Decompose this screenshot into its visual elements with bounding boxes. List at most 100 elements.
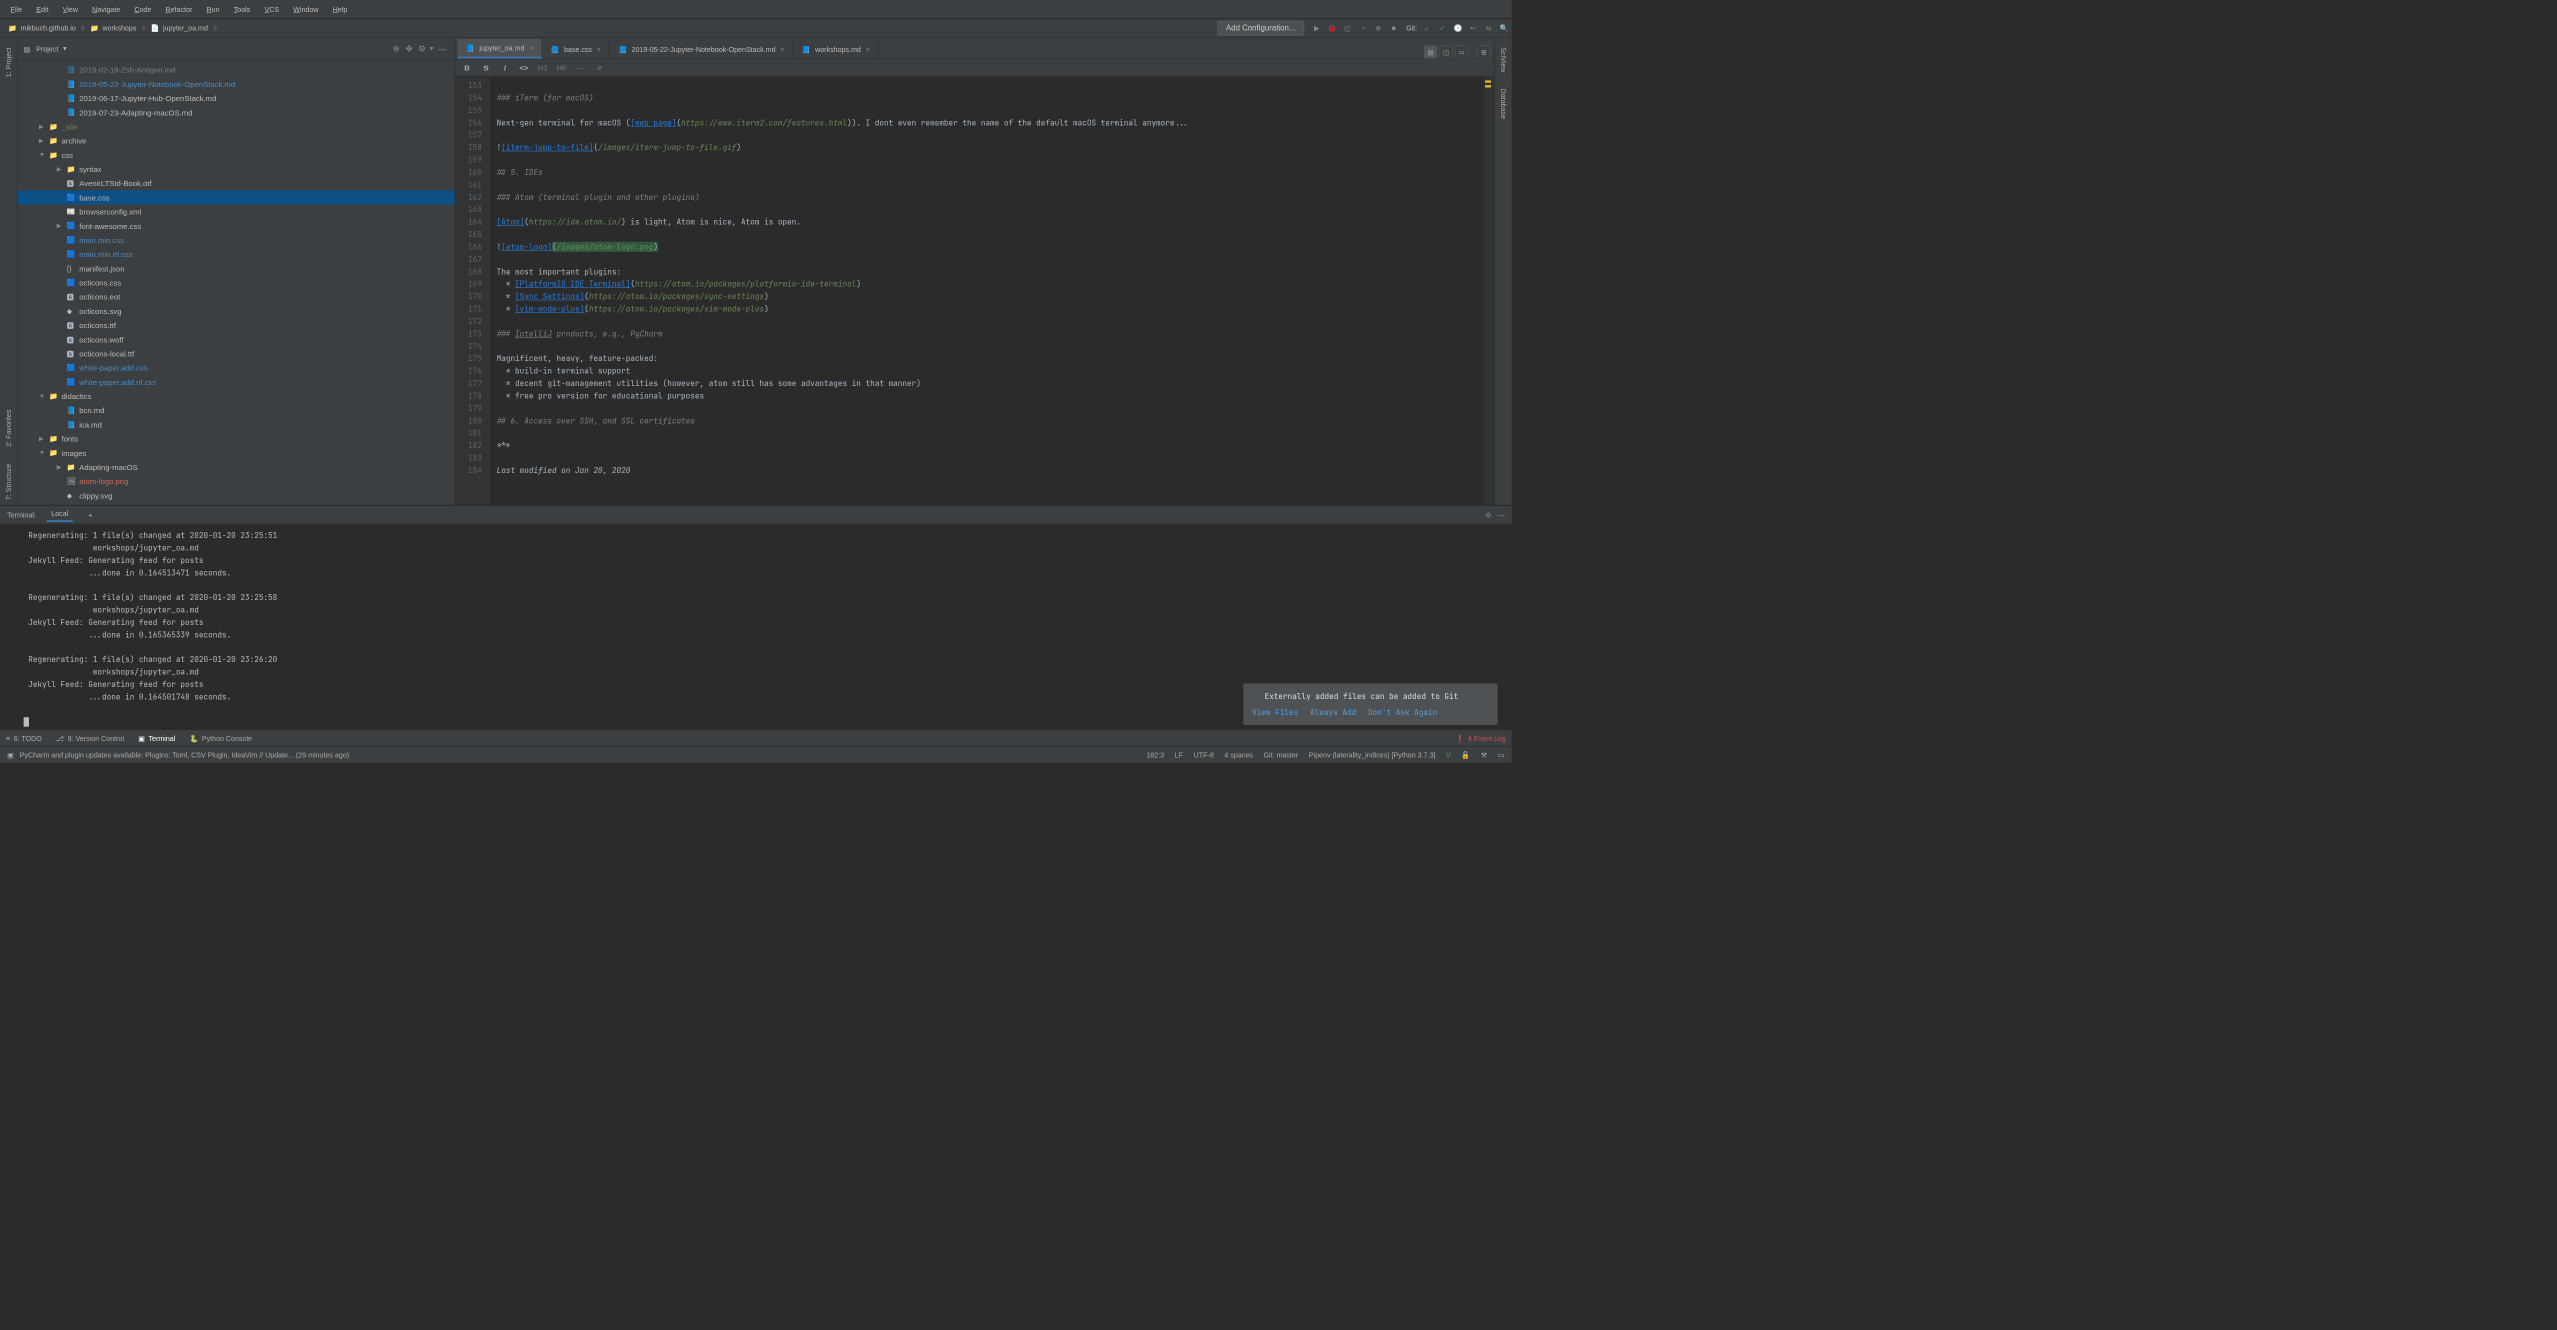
- menu-vcs[interactable]: VCS: [259, 3, 285, 16]
- format-btn-7[interactable]: ⇗: [594, 63, 606, 72]
- tree-item[interactable]: ▶📁archive: [18, 134, 455, 148]
- run-icon[interactable]: ▶: [1311, 22, 1323, 34]
- tree-item[interactable]: 📘bcn.md: [18, 403, 455, 417]
- menu-run[interactable]: Run: [201, 3, 226, 16]
- profile-icon[interactable]: ◔: [1357, 22, 1369, 34]
- tree-item[interactable]: ◆octicons.svg: [18, 304, 455, 318]
- database-tool-tab[interactable]: Database: [1498, 84, 1509, 124]
- editor-view-icon[interactable]: ▤: [1424, 46, 1437, 59]
- editor-tab-1[interactable]: 📘base.css×: [542, 41, 610, 59]
- tree-item[interactable]: 📘2019-06-17-Jupyter-Hub-OpenStack.md: [18, 91, 455, 105]
- menu-window[interactable]: Window: [287, 3, 324, 16]
- git-commit-icon[interactable]: ✓: [1437, 22, 1449, 34]
- stop-icon[interactable]: ■: [1388, 22, 1400, 34]
- tree-item[interactable]: 🅰octicons.ttf: [18, 318, 455, 332]
- close-tab-icon[interactable]: ×: [866, 46, 870, 54]
- breadcrumb-0[interactable]: 📁mikbuch.github.io: [0, 24, 82, 32]
- locate-icon[interactable]: ⊕: [393, 44, 400, 54]
- terminal-settings-icon[interactable]: ⚙: [1485, 511, 1491, 519]
- tree-item[interactable]: 📘2019-05-22-Jupyter-Notebook-OpenStack.m…: [18, 77, 455, 91]
- menu-code[interactable]: Code: [128, 3, 157, 16]
- favorites-tool-tab[interactable]: 2: Favorites: [3, 405, 14, 452]
- tree-item[interactable]: ▶📁_site: [18, 119, 455, 133]
- status-python-env[interactable]: Pipenv (laterality_indices) [Python 3.7.…: [1309, 751, 1436, 759]
- project-tree[interactable]: 📘2019-02-18-Zsh-Antigen.md📘2019-05-22-Ju…: [18, 60, 455, 505]
- tree-item[interactable]: 📘2019-02-18-Zsh-Antigen.md: [18, 63, 455, 77]
- tree-item[interactable]: ▶🟦font-awesome.css: [18, 219, 455, 233]
- close-tab-icon[interactable]: ×: [780, 46, 784, 54]
- editor-tab-0[interactable]: 📘jupyter_oa.md×: [458, 39, 543, 59]
- sciview-tool-tab[interactable]: SciView: [1498, 43, 1509, 78]
- tree-item[interactable]: 🅰AvenirLTStd-Book.otf: [18, 176, 455, 190]
- bottom-tab--version-control[interactable]: ⎇9: Version Control: [56, 734, 124, 742]
- format-btn-0[interactable]: B: [461, 63, 473, 72]
- editor-viewport[interactable]: 1531541551561571581591601611621631641651…: [455, 77, 1494, 505]
- project-tool-tab[interactable]: 1: Project: [3, 43, 14, 82]
- code-content[interactable]: ### iTerm (for macOS) Next-gen terminal …: [490, 77, 1484, 505]
- attach-icon[interactable]: ⊕: [1372, 22, 1384, 34]
- terminal-hide-icon[interactable]: —: [1498, 511, 1505, 519]
- bottom-tab-python-console[interactable]: 🐍Python Console: [189, 734, 251, 742]
- terminal-output[interactable]: Regenerating: 1 file(s) changed at 2020-…: [0, 524, 1512, 729]
- status-encoding[interactable]: UTF-8: [1194, 751, 1214, 759]
- git-update-icon[interactable]: ↙: [1421, 22, 1433, 34]
- preview-view-icon[interactable]: ▭: [1455, 46, 1468, 59]
- breadcrumb-2[interactable]: 📄jupyter_oa.md: [142, 24, 214, 32]
- menu-file[interactable]: File: [5, 3, 28, 16]
- status-tool-windows-icon[interactable]: ▣: [7, 751, 14, 759]
- close-tab-icon[interactable]: ×: [597, 46, 601, 54]
- close-tab-icon[interactable]: ×: [529, 44, 533, 52]
- bottom-tab-terminal[interactable]: ▣Terminal: [138, 734, 175, 742]
- tree-item[interactable]: 🅰octicons-local.ttf: [18, 346, 455, 360]
- structure-tool-tab[interactable]: 7: Structure: [3, 459, 14, 505]
- menu-tools[interactable]: Tools: [228, 3, 256, 16]
- git-history-icon[interactable]: 🕒: [1452, 22, 1464, 34]
- notification-always-add[interactable]: Always Add: [1310, 706, 1356, 718]
- tree-item[interactable]: ▶📁Adapting-macOS: [18, 460, 455, 474]
- event-log-button[interactable]: ❗4 Event Log: [1456, 734, 1506, 742]
- status-hammer-icon[interactable]: ⚒: [1481, 751, 1487, 759]
- expand-icon[interactable]: ✥: [405, 44, 412, 54]
- breadcrumb-1[interactable]: 📁workshops: [82, 24, 142, 32]
- tree-item[interactable]: 🟦white-paper.add.rtl.css: [18, 375, 455, 389]
- tree-item[interactable]: 🟦octicons.css: [18, 275, 455, 289]
- status-indent[interactable]: 4 spaces: [1224, 751, 1252, 759]
- status-caret-pos[interactable]: 182:3: [1146, 751, 1164, 759]
- coverage-icon[interactable]: ◱: [1342, 22, 1354, 34]
- tree-item[interactable]: 🟦white-paper.add.css: [18, 361, 455, 375]
- ide-settings-icon[interactable]: ⇆: [1483, 22, 1495, 34]
- status-line-sep[interactable]: LF: [1175, 751, 1183, 759]
- tree-item[interactable]: 🟦base.css: [18, 190, 455, 204]
- format-btn-3[interactable]: <>: [518, 63, 530, 72]
- format-btn-6[interactable]: ⋯: [575, 63, 587, 72]
- format-btn-2[interactable]: I: [499, 63, 511, 72]
- tree-item[interactable]: 📘2019-07-23-Adapting-macOS.md: [18, 105, 455, 119]
- menu-navigate[interactable]: Navigate: [86, 3, 126, 16]
- menu-edit[interactable]: Edit: [30, 3, 54, 16]
- run-configuration-dropdown[interactable]: Add Configuration...: [1217, 21, 1304, 36]
- notification-view-files[interactable]: View Files: [1252, 706, 1298, 718]
- status-readonly-icon[interactable]: 🔓: [1461, 751, 1470, 759]
- git-revert-icon[interactable]: ↩: [1467, 22, 1479, 34]
- tree-item[interactable]: ◆clippy.svg: [18, 488, 455, 502]
- tree-item[interactable]: 🟦main.min.rtl.css: [18, 247, 455, 261]
- tree-item[interactable]: ▶📁fonts: [18, 432, 455, 446]
- editor-tab-3[interactable]: 📘workshops.md×: [793, 41, 878, 59]
- menu-view[interactable]: View: [57, 3, 84, 16]
- tree-item[interactable]: 📰browserconfig.xml: [18, 205, 455, 219]
- menu-refactor[interactable]: Refactor: [160, 3, 199, 16]
- error-stripe[interactable]: [1483, 77, 1494, 505]
- tree-item[interactable]: 🖼atom-logo.png: [18, 474, 455, 488]
- menu-help[interactable]: Help: [327, 3, 353, 16]
- format-btn-4[interactable]: H1: [537, 63, 549, 72]
- tree-item[interactable]: ▼📁didactics: [18, 389, 455, 403]
- project-panel-title[interactable]: ▤ Project ▼: [24, 45, 390, 53]
- format-btn-5[interactable]: HF: [556, 63, 568, 72]
- tree-item[interactable]: ▼📁css: [18, 148, 455, 162]
- editor-tab-2[interactable]: 📘2019-05-22-Jupyter-Notebook-OpenStack.m…: [610, 41, 794, 59]
- notification-dont-ask[interactable]: Don't Ask Again: [1368, 706, 1437, 718]
- tree-item[interactable]: {}manifest.json: [18, 261, 455, 275]
- tree-item[interactable]: 🅰octicons.eot: [18, 290, 455, 304]
- bottom-tab--todo[interactable]: ≡6: TODO: [6, 734, 42, 742]
- search-everywhere-icon[interactable]: 🔍: [1498, 22, 1510, 34]
